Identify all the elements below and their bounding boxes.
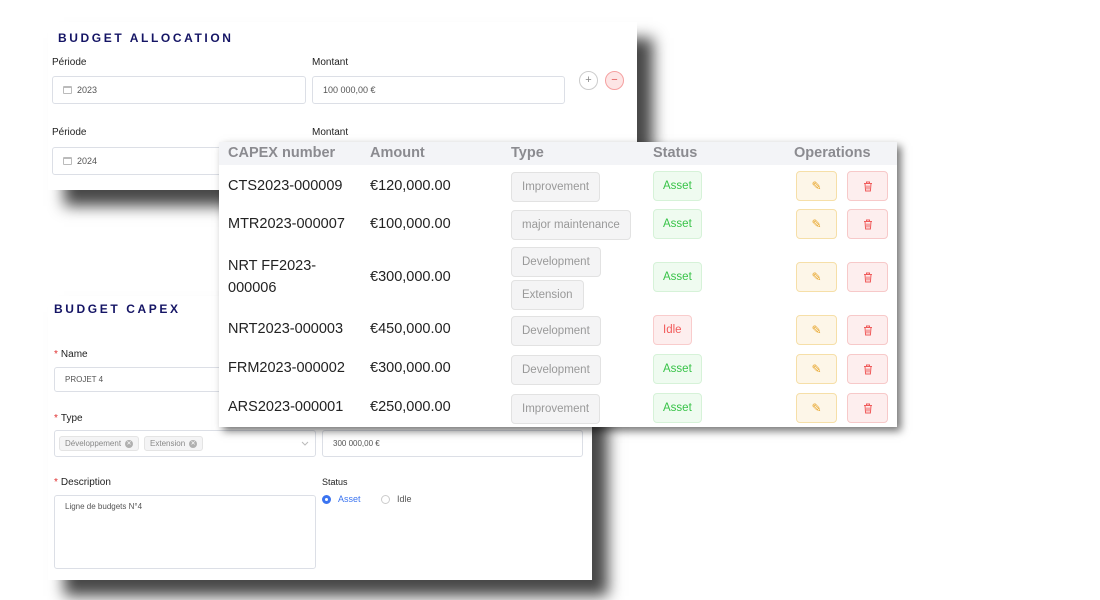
type-tag: Improvement: [511, 394, 601, 424]
capex-number: FRM2023-000002: [228, 360, 345, 376]
radio-checked-icon: [322, 494, 331, 504]
amount-label: Montant: [312, 57, 349, 68]
capex-amount: €300,000.00: [370, 269, 451, 285]
type-tag: Improvement: [511, 172, 601, 202]
capex-amount: €250,000.00: [370, 399, 451, 415]
type-tag: Développement ✕: [59, 436, 140, 451]
capex-number: ARS2023-000001: [228, 399, 344, 415]
column-header-capex-number: CAPEX number: [228, 145, 336, 161]
status-radio-asset[interactable]: Asset: [322, 494, 361, 504]
type-tag: Extension: [511, 280, 584, 310]
pencil-icon: ✎: [811, 179, 822, 193]
capex-amount: €450,000.00: [370, 321, 451, 337]
description-label: * Description: [54, 477, 111, 488]
remove-period-button[interactable]: −: [605, 71, 624, 90]
trash-icon: [863, 181, 872, 191]
amount-value: 100 000,00 €: [323, 85, 376, 95]
delete-button[interactable]: [847, 393, 888, 423]
status-badge: Idle: [653, 315, 692, 345]
type-tag: Development: [511, 316, 601, 346]
edit-button[interactable]: ✎: [796, 393, 837, 423]
status-badge: Asset: [653, 393, 702, 423]
chevron-down-icon: [301, 441, 309, 446]
table-header: CAPEX number Amount Type Status Operatio…: [219, 142, 897, 165]
pencil-icon: ✎: [811, 270, 822, 284]
capex-number: NRT FF2023-000006: [228, 258, 317, 296]
column-header-amount: Amount: [370, 145, 425, 161]
pencil-icon: ✎: [811, 323, 822, 337]
trash-icon: [863, 272, 872, 282]
pencil-icon: ✎: [811, 401, 822, 415]
capex-number: NRT2023-000003: [228, 321, 344, 337]
calendar-icon: [63, 157, 72, 165]
amount-input[interactable]: 100 000,00 €: [312, 76, 565, 104]
table-row: NRT FF2023-000006 €300,000.00 Developmen…: [219, 247, 897, 313]
description-textarea[interactable]: Ligne de budgets N°4: [54, 495, 316, 569]
delete-button[interactable]: [847, 171, 888, 201]
amount-label-2: Montant: [312, 127, 349, 138]
delete-button[interactable]: [847, 262, 888, 292]
budget-capex-title: BUDGET CAPEX: [54, 302, 181, 316]
name-label: * Name: [54, 349, 88, 360]
capex-amount: €300,000.00: [370, 360, 451, 376]
trash-icon: [863, 403, 872, 413]
trash-icon: [863, 219, 872, 229]
type-tag: Development: [511, 355, 601, 385]
type-tag: major maintenance: [511, 210, 631, 240]
calendar-icon: [63, 86, 72, 94]
table-row: ARS2023-000001 €250,000.00 Improvement A…: [219, 393, 897, 426]
edit-button[interactable]: ✎: [796, 209, 837, 239]
column-header-status: Status: [653, 145, 698, 161]
capex-amount-input[interactable]: 300 000,00 €: [322, 430, 583, 457]
capex-number: CTS2023-000009: [228, 178, 343, 194]
period-value-2: 2024: [77, 156, 98, 166]
edit-button[interactable]: ✎: [796, 354, 837, 384]
budget-allocation-title: BUDGET ALLOCATION: [58, 31, 234, 45]
type-label: * Type: [54, 413, 83, 424]
edit-button[interactable]: ✎: [796, 262, 837, 292]
pencil-icon: ✎: [811, 217, 822, 231]
status-badge: Asset: [653, 171, 702, 201]
close-icon[interactable]: ✕: [189, 439, 198, 448]
table-row: FRM2023-000002 €300,000.00 Development A…: [219, 354, 897, 387]
edit-button[interactable]: ✎: [796, 315, 837, 345]
table-row: NRT2023-000003 €450,000.00 Development I…: [219, 315, 897, 348]
name-value: PROJET 4: [65, 375, 104, 384]
add-period-button[interactable]: +: [579, 71, 598, 90]
delete-button[interactable]: [847, 315, 888, 345]
trash-icon: [863, 364, 872, 374]
description-value: Ligne de budgets N°4: [65, 502, 143, 511]
trash-icon: [863, 325, 872, 335]
period-label: Période: [52, 57, 87, 68]
period-value: 2023: [77, 85, 98, 95]
delete-button[interactable]: [847, 209, 888, 239]
column-header-type: Type: [511, 145, 544, 161]
pencil-icon: ✎: [811, 362, 822, 376]
type-tag: Extension ✕: [144, 436, 204, 451]
table-row: CTS2023-000009 €120,000.00 Improvement A…: [219, 170, 897, 203]
capex-amount: €100,000.00: [370, 216, 451, 232]
status-badge: Asset: [653, 209, 702, 239]
close-icon[interactable]: ✕: [125, 439, 134, 448]
period-input[interactable]: 2023: [52, 76, 306, 104]
status-badge: Asset: [653, 354, 702, 384]
delete-button[interactable]: [847, 354, 888, 384]
capex-amount-value: 300 000,00 €: [333, 439, 380, 448]
capex-amount: €120,000.00: [370, 178, 451, 194]
capex-number: MTR2023-000007: [228, 216, 345, 232]
period-label-2: Période: [52, 127, 87, 138]
type-select[interactable]: Développement ✕ Extension ✕: [54, 430, 316, 457]
radio-unchecked-icon: [381, 494, 390, 504]
status-badge: Asset: [653, 262, 702, 292]
table-row: MTR2023-000007 €100,000.00 major mainten…: [219, 209, 897, 242]
status-radio-idle[interactable]: Idle: [381, 494, 412, 504]
status-label: Status: [322, 477, 348, 487]
capex-table: CAPEX number Amount Type Status Operatio…: [219, 142, 897, 427]
edit-button[interactable]: ✎: [796, 171, 837, 201]
column-header-operations: Operations: [794, 145, 871, 161]
type-tag: Development: [511, 247, 601, 277]
